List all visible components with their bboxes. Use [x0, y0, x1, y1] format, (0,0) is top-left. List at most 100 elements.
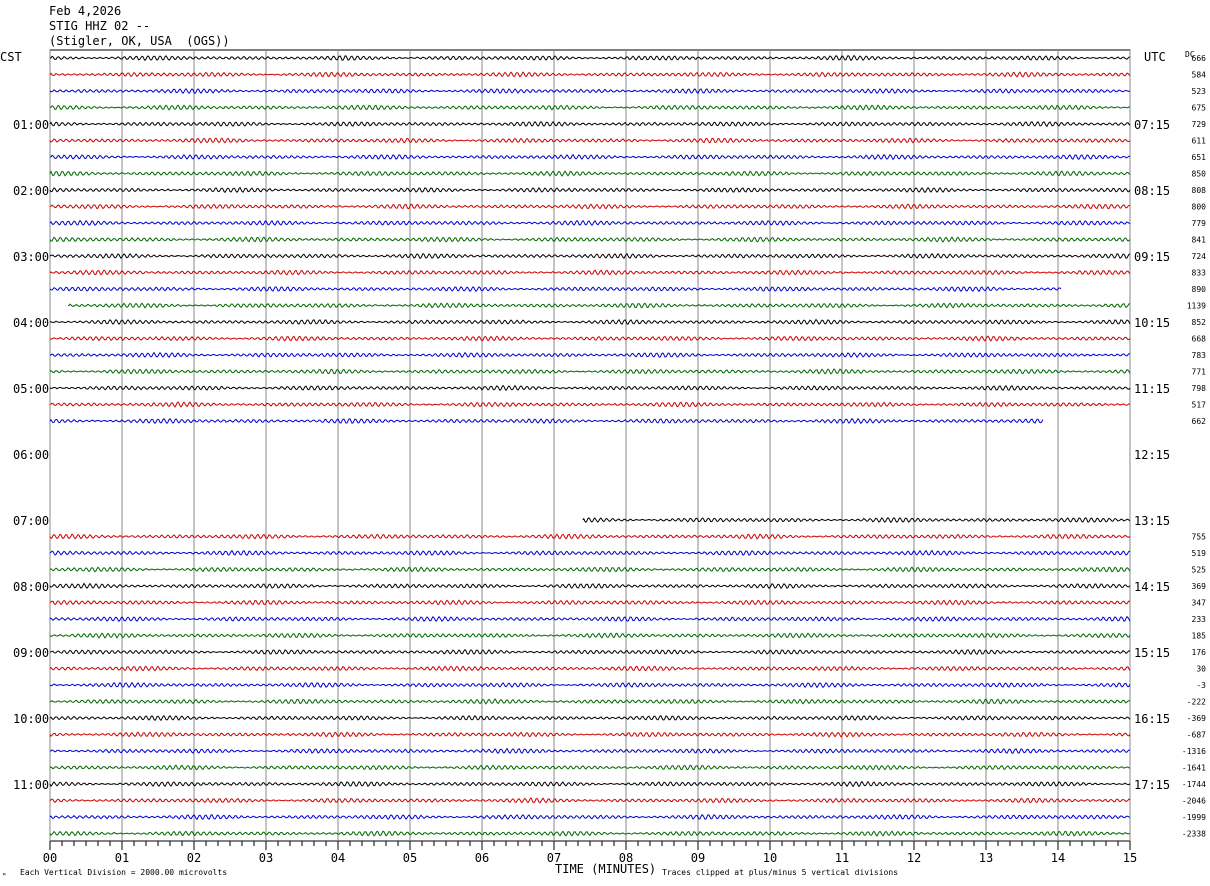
trace-line — [49, 714, 1131, 722]
trace-line — [49, 120, 1131, 128]
dc-offset-label: 185 — [1192, 632, 1207, 641]
trace-line — [49, 417, 1044, 425]
right-time-label: 13:15 — [1134, 514, 1170, 528]
x-tick-label: 11 — [835, 851, 849, 865]
trace-line — [49, 54, 1131, 62]
dc-offset-label: 30 — [1196, 665, 1206, 674]
trace-line — [49, 252, 1131, 260]
trace-line — [49, 368, 1131, 375]
right-time-label: 10:15 — [1134, 316, 1170, 330]
x-tick-label: 03 — [259, 851, 273, 865]
x-tick-label: 15 — [1123, 851, 1137, 865]
left-time-label: 01:00 — [13, 118, 49, 132]
dc-offset-label: 779 — [1192, 219, 1207, 228]
seismogram-plot: CST UTC DC TIME (MINUTES) Each Vertical … — [0, 49, 1207, 880]
right-time-label: 08:15 — [1134, 184, 1170, 198]
trace-line — [49, 104, 1131, 111]
trace-line — [49, 698, 1131, 705]
trace-line — [49, 318, 1131, 325]
dc-offset-label: -1744 — [1182, 780, 1206, 789]
dc-offset-label: 771 — [1192, 368, 1207, 377]
left-time-label: 04:00 — [13, 316, 49, 330]
dc-offset-label: 755 — [1192, 533, 1207, 542]
trace-line — [49, 533, 1131, 540]
trace-line — [49, 88, 1131, 95]
dc-offset-label: 890 — [1192, 285, 1207, 294]
trace-line — [49, 566, 1131, 573]
clip-note: Traces clipped at plus/minus 5 vertical … — [662, 868, 898, 877]
dc-offset-label: 850 — [1192, 170, 1207, 179]
trace-line — [49, 648, 1131, 656]
trace-line — [49, 797, 1131, 804]
scale-note: Each Vertical Division = 2000.00 microvo… — [20, 868, 227, 877]
trace-line — [49, 401, 1131, 408]
x-tick-label: 13 — [979, 851, 993, 865]
trace-line — [49, 170, 1131, 177]
left-time-label: 10:00 — [13, 712, 49, 726]
dc-offset-label: 783 — [1192, 351, 1207, 360]
right-time-label: 07:15 — [1134, 118, 1170, 132]
x-tick-label: 04 — [331, 851, 345, 865]
trace-line — [49, 632, 1131, 639]
trace-line — [49, 186, 1131, 194]
left-time-label: 09:00 — [13, 646, 49, 660]
trace-line — [49, 764, 1131, 771]
dc-offset-label: 841 — [1192, 236, 1207, 245]
left-time-label: 07:00 — [13, 514, 49, 528]
trace-line — [49, 269, 1131, 276]
x-tick-label: 07 — [547, 851, 561, 865]
x-tick-label: 00 — [43, 851, 57, 865]
dc-offset-label: 798 — [1192, 384, 1207, 393]
right-time-label: 17:15 — [1134, 778, 1170, 792]
dc-offset-label: 525 — [1192, 566, 1207, 575]
right-time-label: 12:15 — [1134, 448, 1170, 462]
left-time-label: 02:00 — [13, 184, 49, 198]
dc-offset-label: -1316 — [1182, 747, 1206, 756]
trace-line — [49, 615, 1131, 623]
x-axis-title: TIME (MINUTES) — [555, 862, 656, 876]
trace-line — [49, 681, 1131, 689]
trace-line — [49, 286, 1062, 293]
trace-line — [49, 830, 1131, 837]
x-tick-label: 14 — [1051, 851, 1065, 865]
trace-line — [49, 599, 1131, 606]
x-tick-label: 02 — [187, 851, 201, 865]
dc-offset-label: 233 — [1192, 615, 1207, 624]
trace-line — [49, 335, 1131, 342]
dc-offset-label: 611 — [1192, 137, 1207, 146]
right-time-label: 09:15 — [1134, 250, 1170, 264]
x-tick-label: 12 — [907, 851, 921, 865]
plot-grid — [49, 49, 1131, 850]
dc-offset-label: 651 — [1192, 153, 1207, 162]
right-time-label: 15:15 — [1134, 646, 1170, 660]
trace-line — [49, 384, 1131, 392]
dc-offset-label: 808 — [1192, 186, 1207, 195]
trace-line — [68, 302, 1131, 309]
left-time-label: 08:00 — [13, 580, 49, 594]
dc-offset-label: 800 — [1192, 203, 1207, 212]
trace-line — [49, 137, 1131, 144]
dc-offset-label: 675 — [1192, 104, 1207, 113]
trace-line — [49, 582, 1131, 590]
right-time-label: 16:15 — [1134, 712, 1170, 726]
trace-line — [50, 747, 1131, 754]
x-tick-label: 06 — [475, 851, 489, 865]
right-time-label: 11:15 — [1134, 382, 1170, 396]
x-tick-label: 09 — [691, 851, 705, 865]
dc-offset-label: -687 — [1187, 731, 1206, 740]
dc-offset-label: 668 — [1192, 335, 1207, 344]
dc-offset-label: 584 — [1192, 71, 1207, 80]
right-timezone-label: UTC — [1144, 50, 1166, 64]
dc-offset-label: -2046 — [1182, 797, 1206, 806]
dc-offset-label: 724 — [1192, 252, 1207, 261]
dc-offset-label: 517 — [1192, 401, 1207, 410]
trace-line — [49, 813, 1131, 821]
trace-line — [50, 351, 1130, 359]
trace-line — [49, 153, 1131, 161]
corner-mark: ᴹ — [2, 872, 6, 880]
dc-offset-label: -1999 — [1182, 813, 1206, 822]
dc-offset-label: 1139 — [1187, 302, 1206, 311]
trace-line — [582, 516, 1131, 524]
trace-line — [49, 731, 1131, 738]
trace-line — [49, 549, 1130, 557]
